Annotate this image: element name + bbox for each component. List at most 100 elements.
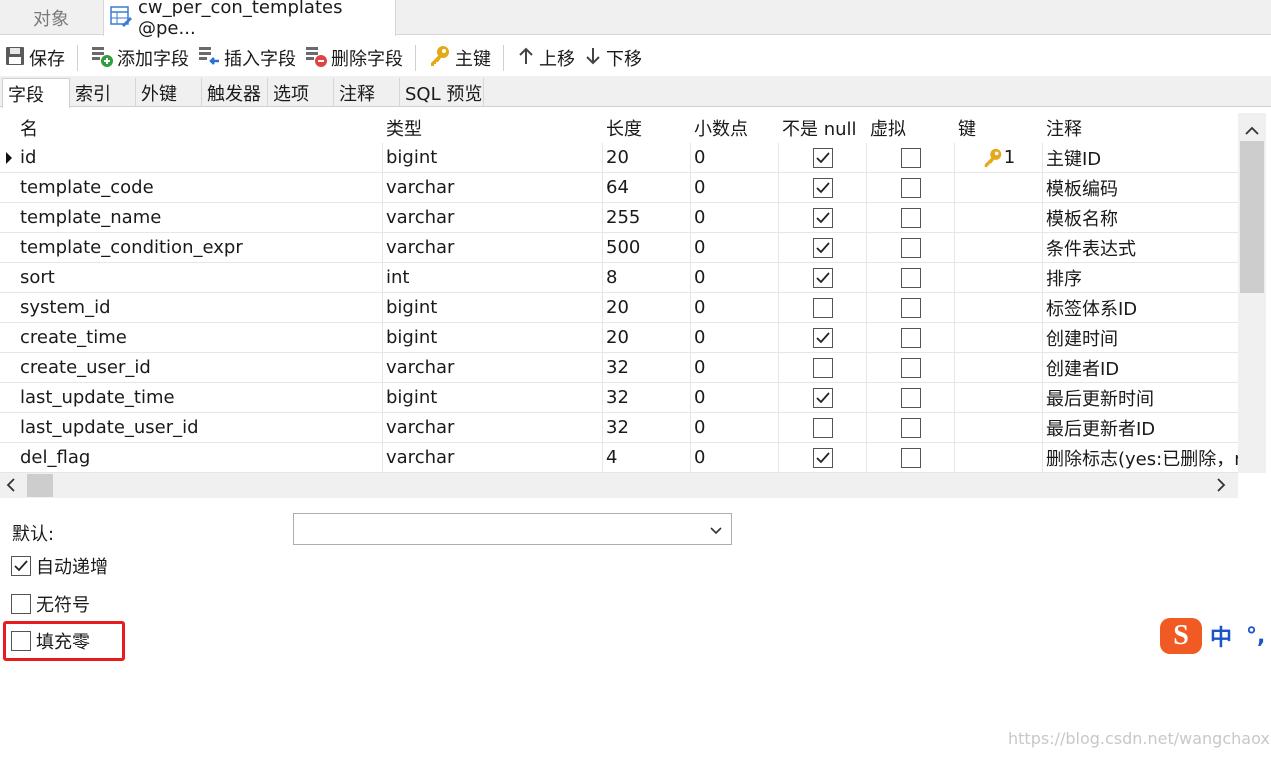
header-length[interactable]: 长度 [603, 113, 691, 143]
field-type-cell[interactable]: bigint [383, 143, 603, 173]
row-selector[interactable] [0, 203, 17, 233]
field-decimals-cell[interactable]: 0 [691, 173, 779, 203]
not-null-checkbox[interactable] [812, 297, 833, 318]
field-type-cell[interactable]: varchar [383, 443, 603, 473]
auto-increment-option[interactable]: 自动递增 [11, 553, 108, 579]
field-length-cell[interactable]: 500 [603, 233, 691, 263]
field-type-cell[interactable]: varchar [383, 353, 603, 383]
virtual-checkbox[interactable] [900, 207, 921, 228]
tab-triggers[interactable]: 触发器 [202, 78, 268, 107]
field-type-cell[interactable]: bigint [383, 293, 603, 323]
tab-fields[interactable]: 字段 [2, 78, 70, 108]
field-name-cell[interactable]: del_flag [17, 443, 383, 473]
header-not-null[interactable]: 不是 null [779, 113, 867, 143]
field-name-cell[interactable]: last_update_time [17, 383, 383, 413]
header-key[interactable]: 键 [955, 113, 1043, 143]
key-cell[interactable] [955, 293, 1043, 323]
header-type[interactable]: 类型 [383, 113, 603, 143]
tab-sql-preview[interactable]: SQL 预览 [400, 78, 484, 107]
table-row[interactable]: create_user_id varchar 32 0 创建者ID [0, 353, 1238, 383]
field-name-cell[interactable]: system_id [17, 293, 383, 323]
field-decimals-cell[interactable]: 0 [691, 263, 779, 293]
field-name-cell[interactable]: create_time [17, 323, 383, 353]
field-length-cell[interactable]: 32 [603, 383, 691, 413]
header-decimals[interactable]: 小数点 [691, 113, 779, 143]
header-name[interactable]: 名 [17, 113, 383, 143]
table-row[interactable]: create_time bigint 20 0 创建时间 [0, 323, 1238, 353]
not-null-checkbox[interactable] [812, 267, 833, 288]
row-selector[interactable] [0, 353, 17, 383]
tab-options[interactable]: 选项 [268, 78, 334, 107]
table-row[interactable]: del_flag varchar 4 0 删除标志(yes:已删除，n [0, 443, 1238, 473]
field-decimals-cell[interactable]: 0 [691, 323, 779, 353]
virtual-checkbox[interactable] [900, 327, 921, 348]
table-row[interactable]: template_condition_expr varchar 500 0 条件表达式 [0, 233, 1238, 263]
scroll-left-icon[interactable] [6, 477, 16, 497]
table-row[interactable]: id bigint 20 0 1 主键ID [0, 143, 1238, 173]
scroll-right-icon[interactable] [1216, 477, 1226, 497]
key-cell[interactable] [955, 353, 1043, 383]
field-type-cell[interactable]: bigint [383, 383, 603, 413]
table-row[interactable]: last_update_time bigint 32 0 最后更新时间 [0, 383, 1238, 413]
virtual-checkbox[interactable] [900, 417, 921, 438]
vertical-scroll-thumb[interactable] [1240, 141, 1264, 293]
key-cell[interactable] [955, 443, 1043, 473]
row-selector[interactable] [0, 143, 17, 173]
table-row[interactable]: system_id bigint 20 0 标签体系ID [0, 293, 1238, 323]
not-null-checkbox[interactable] [812, 447, 833, 468]
field-type-cell[interactable]: varchar [383, 413, 603, 443]
field-comment-cell[interactable]: 模板名称 [1043, 203, 1238, 233]
field-comment-cell[interactable]: 最后更新者ID [1043, 413, 1238, 443]
move-up-button[interactable]: 上移 [512, 43, 579, 73]
row-selector[interactable] [0, 293, 17, 323]
field-decimals-cell[interactable]: 0 [691, 443, 779, 473]
field-name-cell[interactable]: template_code [17, 173, 383, 203]
virtual-checkbox[interactable] [900, 387, 921, 408]
not-null-checkbox[interactable] [812, 207, 833, 228]
virtual-checkbox[interactable] [900, 447, 921, 468]
key-cell[interactable] [955, 203, 1043, 233]
not-null-checkbox[interactable] [812, 177, 833, 198]
field-comment-cell[interactable]: 最后更新时间 [1043, 383, 1238, 413]
field-name-cell[interactable]: id [17, 143, 383, 173]
row-selector[interactable] [0, 173, 17, 203]
field-decimals-cell[interactable]: 0 [691, 353, 779, 383]
field-length-cell[interactable]: 20 [603, 143, 691, 173]
field-length-cell[interactable]: 8 [603, 263, 691, 293]
horizontal-scrollbar[interactable] [0, 473, 1238, 498]
key-cell[interactable] [955, 413, 1043, 443]
table-row[interactable]: template_name varchar 255 0 模板名称 [0, 203, 1238, 233]
field-comment-cell[interactable]: 创建者ID [1043, 353, 1238, 383]
row-selector[interactable] [0, 413, 17, 443]
key-cell[interactable] [955, 323, 1043, 353]
virtual-checkbox[interactable] [900, 267, 921, 288]
field-name-cell[interactable]: last_update_user_id [17, 413, 383, 443]
row-selector[interactable] [0, 233, 17, 263]
insert-field-button[interactable]: 插入字段 [193, 43, 300, 73]
not-null-checkbox[interactable] [812, 237, 833, 258]
field-length-cell[interactable]: 255 [603, 203, 691, 233]
field-decimals-cell[interactable]: 0 [691, 143, 779, 173]
table-row[interactable]: sort int 8 0 排序 [0, 263, 1238, 293]
row-selector[interactable] [0, 323, 17, 353]
virtual-checkbox[interactable] [900, 357, 921, 378]
ime-punctuation-mode[interactable]: °, [1246, 624, 1265, 649]
unsigned-checkbox[interactable] [11, 594, 31, 614]
virtual-checkbox[interactable] [900, 177, 921, 198]
field-decimals-cell[interactable]: 0 [691, 383, 779, 413]
field-length-cell[interactable]: 32 [603, 353, 691, 383]
field-name-cell[interactable]: template_condition_expr [17, 233, 383, 263]
key-cell[interactable]: 1 [955, 143, 1043, 173]
not-null-checkbox[interactable] [812, 417, 833, 438]
vertical-scrollbar[interactable] [1238, 113, 1266, 473]
key-cell[interactable] [955, 173, 1043, 203]
row-selector[interactable] [0, 383, 17, 413]
field-decimals-cell[interactable]: 0 [691, 413, 779, 443]
field-length-cell[interactable]: 32 [603, 413, 691, 443]
key-cell[interactable] [955, 263, 1043, 293]
not-null-checkbox[interactable] [812, 147, 833, 168]
auto-increment-checkbox[interactable] [11, 556, 31, 576]
field-comment-cell[interactable]: 标签体系ID [1043, 293, 1238, 323]
field-length-cell[interactable]: 20 [603, 323, 691, 353]
not-null-checkbox[interactable] [812, 357, 833, 378]
